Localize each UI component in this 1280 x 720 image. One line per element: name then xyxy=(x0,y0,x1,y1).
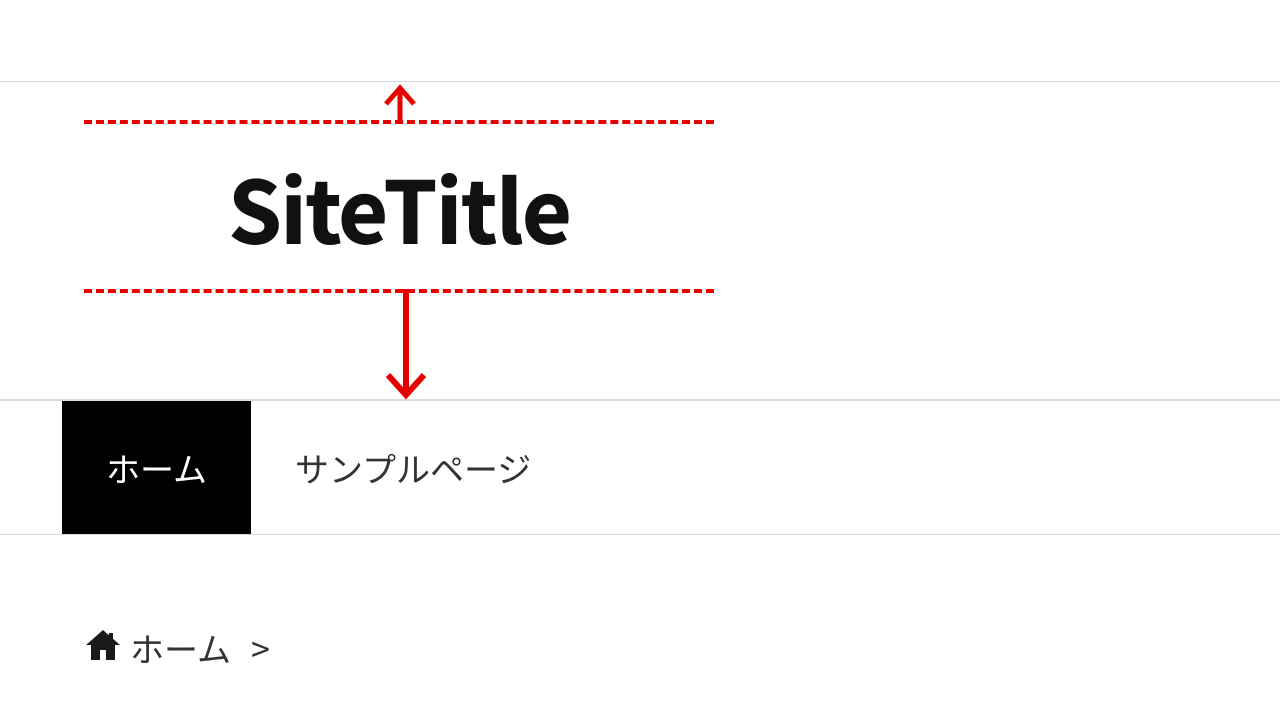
nav-item-home[interactable]: ホーム xyxy=(62,401,251,534)
nav-item-label: ホーム xyxy=(106,443,207,492)
nav-item-label: サンプルページ xyxy=(295,443,531,492)
breadcrumb-home-link[interactable]: ホーム xyxy=(130,623,231,672)
main-nav: ホーム サンプルページ xyxy=(0,400,1280,535)
home-icon xyxy=(84,623,122,672)
site-header: SiteTitle xyxy=(0,82,1280,400)
site-title[interactable]: SiteTitle xyxy=(228,144,570,269)
breadcrumb-separator: > xyxy=(251,623,270,672)
top-spacer-strip xyxy=(0,0,1280,82)
site-title-annotation-box: SiteTitle xyxy=(84,120,714,293)
nav-item-sample-page[interactable]: サンプルページ xyxy=(251,401,575,534)
arrow-down-icon xyxy=(378,289,434,401)
arrow-up-icon xyxy=(378,84,422,124)
breadcrumb: ホーム > xyxy=(0,535,1280,672)
